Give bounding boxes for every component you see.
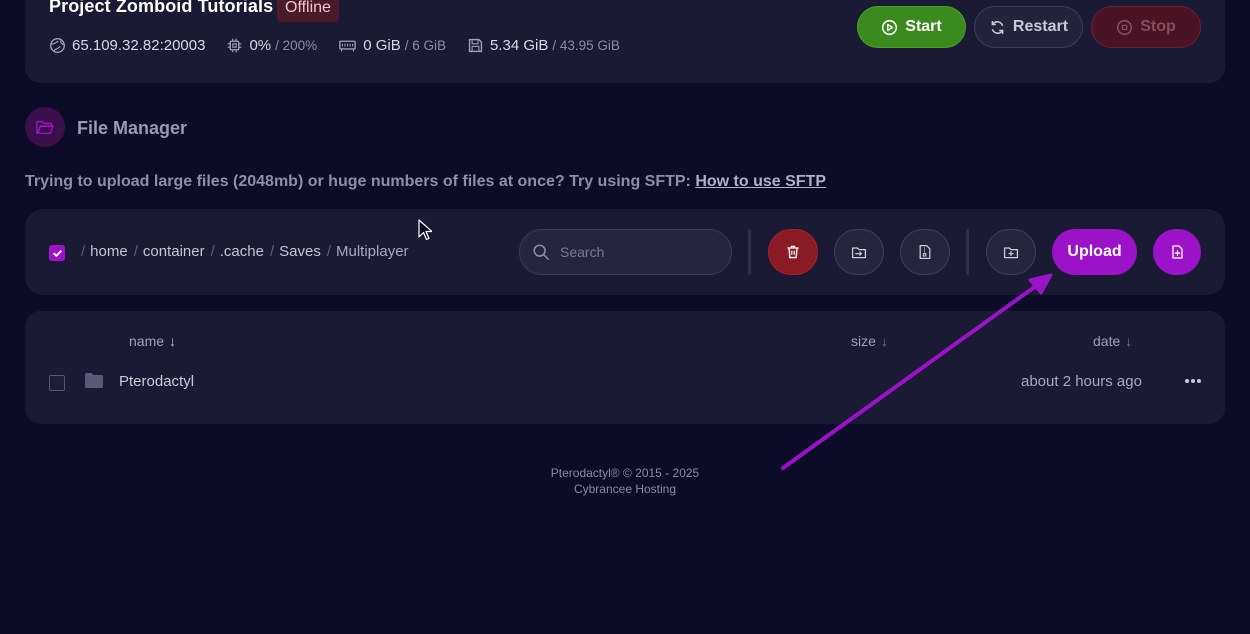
column-header-size[interactable]: size ↓ bbox=[851, 333, 888, 349]
file-archive-icon bbox=[919, 244, 931, 260]
stop-circle-icon bbox=[1117, 19, 1133, 35]
page-title: File Manager bbox=[77, 118, 188, 138]
breadcrumb-separator: / bbox=[269, 243, 275, 260]
cpu-stat: 0% / 200% bbox=[226, 37, 317, 54]
memory-limit: / 6 GiB bbox=[404, 38, 446, 53]
column-size-label: size bbox=[851, 333, 876, 349]
column-date-label: date bbox=[1093, 333, 1121, 349]
breadcrumb-multiplayer: Multiplayer bbox=[336, 243, 409, 260]
sort-arrow-icon: ↓ bbox=[880, 333, 888, 349]
sort-arrow-icon: ↓ bbox=[1125, 333, 1133, 349]
sftp-notice-text: Trying to upload large files (2048mb) or… bbox=[25, 173, 696, 190]
disk-limit: / 43.95 GiB bbox=[552, 38, 620, 53]
stop-button[interactable]: Stop bbox=[1091, 6, 1201, 48]
memory-used: 0 GiB bbox=[363, 37, 401, 54]
start-button[interactable]: Start bbox=[857, 6, 966, 48]
toolbar-divider bbox=[748, 229, 751, 275]
move-button[interactable] bbox=[834, 229, 884, 275]
stop-label: Stop bbox=[1140, 18, 1176, 35]
breadcrumb-home[interactable]: home bbox=[90, 243, 128, 260]
globe-icon bbox=[50, 38, 65, 53]
file-manager-badge bbox=[25, 107, 65, 147]
memory-stat: 0 GiB / 6 GiB bbox=[338, 37, 446, 54]
server-title: Project Zomboid Tutorials bbox=[49, 0, 274, 16]
toolbar-divider bbox=[966, 229, 969, 275]
search-icon bbox=[533, 244, 550, 261]
column-header-name[interactable]: name ↓ bbox=[129, 333, 176, 349]
refresh-icon bbox=[991, 20, 1004, 34]
breadcrumb-separator: / bbox=[210, 243, 215, 260]
row-checkbox[interactable] bbox=[49, 375, 65, 391]
file-date: about 2 hours ago bbox=[1021, 373, 1142, 390]
footer: Pterodactyl® © 2015 - 2025 Cybrancee Hos… bbox=[0, 465, 1250, 497]
sftp-notice: Trying to upload large files (2048mb) or… bbox=[25, 173, 826, 191]
breadcrumb: / home / container / .cache / Saves / Mu… bbox=[81, 243, 415, 260]
select-all-checkbox[interactable] bbox=[49, 245, 65, 261]
memory-icon bbox=[339, 40, 357, 52]
cpu-icon bbox=[228, 38, 242, 53]
disk-used: 5.34 GiB bbox=[489, 37, 549, 54]
delete-button[interactable] bbox=[768, 229, 818, 275]
search-box[interactable] bbox=[519, 229, 732, 275]
column-name-label: name bbox=[129, 333, 165, 349]
more-options-icon[interactable] bbox=[1185, 379, 1201, 383]
sort-arrow-icon: ↓ bbox=[169, 333, 177, 349]
archive-button[interactable] bbox=[900, 229, 950, 275]
server-address: 65.109.32.82:20003 bbox=[72, 37, 206, 54]
file-plus-icon bbox=[1171, 245, 1183, 259]
breadcrumb-saves[interactable]: Saves bbox=[279, 243, 321, 260]
footer-copyright: Pterodactyl® © 2015 - 2025 bbox=[550, 466, 700, 480]
save-disk-icon bbox=[468, 38, 483, 53]
folder-icon bbox=[85, 373, 103, 388]
address-stat: 65.109.32.82:20003 bbox=[49, 37, 205, 54]
column-header-date[interactable]: date ↓ bbox=[1093, 333, 1132, 349]
restart-button[interactable]: Restart bbox=[974, 6, 1083, 48]
breadcrumb-separator: / bbox=[81, 243, 86, 260]
play-circle-icon bbox=[882, 19, 898, 35]
trash-icon bbox=[787, 245, 799, 259]
cpu-limit: / 200% bbox=[275, 38, 318, 53]
file-list bbox=[25, 311, 1225, 424]
search-input[interactable] bbox=[560, 244, 710, 260]
folder-move-icon bbox=[851, 247, 867, 259]
server-stats: 65.109.32.82:20003 0% / 200% 0 GiB / 6 G… bbox=[49, 37, 641, 54]
new-folder-button[interactable] bbox=[986, 229, 1036, 275]
folder-open-icon bbox=[36, 120, 54, 135]
cpu-used: 0% bbox=[249, 37, 272, 54]
restart-label: Restart bbox=[1012, 18, 1069, 35]
mouse-cursor-icon bbox=[418, 219, 432, 241]
upload-button[interactable]: Upload bbox=[1052, 229, 1137, 275]
breadcrumb-cache[interactable]: .cache bbox=[220, 243, 264, 260]
footer-host: Cybrancee Hosting bbox=[573, 482, 677, 496]
file-name[interactable]: Pterodactyl bbox=[119, 373, 194, 390]
new-file-button[interactable] bbox=[1153, 229, 1201, 275]
disk-stat: 5.34 GiB / 43.95 GiB bbox=[467, 37, 620, 54]
start-label: Start bbox=[905, 18, 942, 35]
breadcrumb-separator: / bbox=[326, 243, 332, 260]
sftp-help-link[interactable]: How to use SFTP bbox=[695, 173, 826, 190]
status-badge: Offline bbox=[277, 0, 339, 22]
folder-plus-icon bbox=[1003, 247, 1019, 259]
check-icon bbox=[52, 249, 62, 257]
breadcrumb-separator: / bbox=[133, 243, 138, 260]
breadcrumb-container[interactable]: container bbox=[143, 243, 205, 260]
